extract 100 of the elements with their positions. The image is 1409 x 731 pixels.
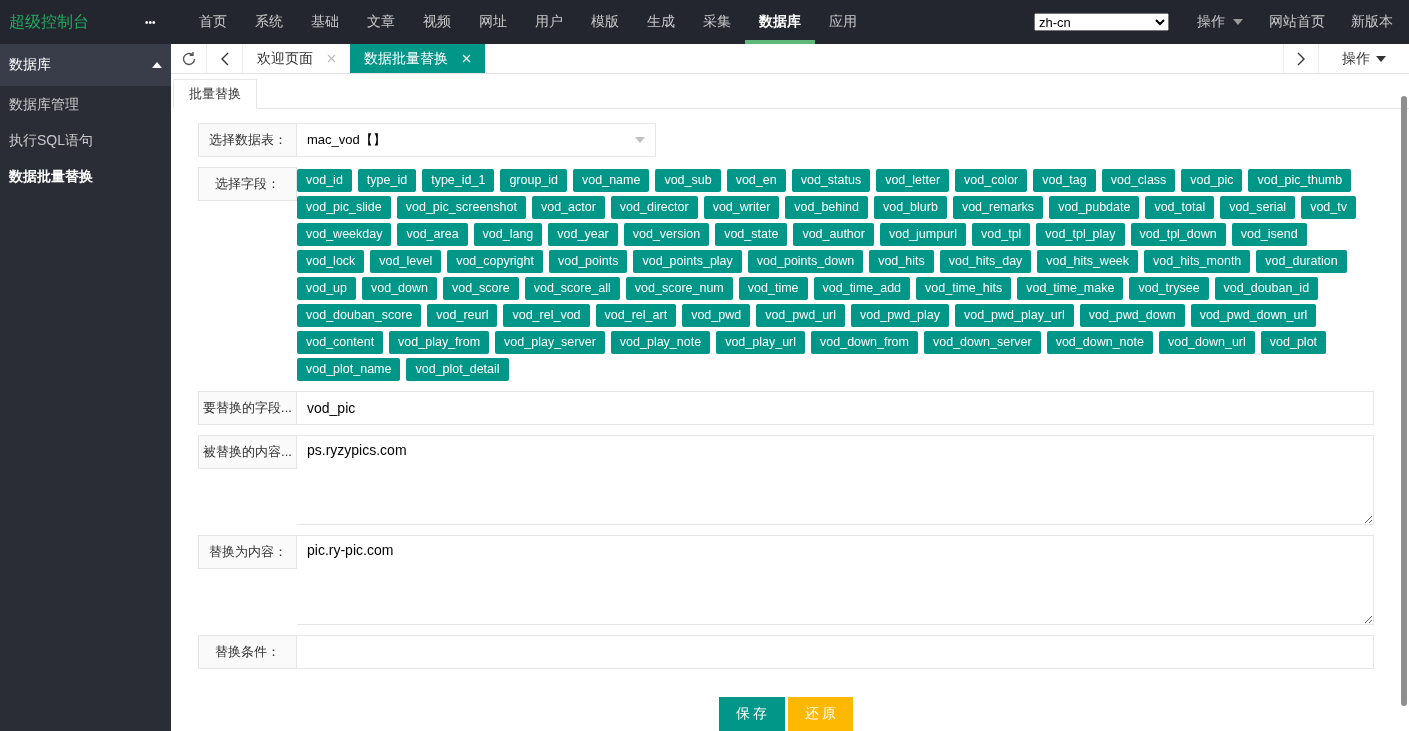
text-area[interactable]: ps.ryzypics.com (297, 435, 1374, 525)
page-tab[interactable]: 数据批量替换 (350, 44, 485, 74)
field-tag[interactable]: vod_pwd_play (851, 304, 949, 327)
field-tag[interactable]: vod_pwd (682, 304, 751, 327)
field-tag[interactable]: vod_tv (1301, 196, 1356, 219)
field-tag[interactable]: vod_time_add (813, 277, 911, 300)
field-tag[interactable]: vod_area (397, 223, 468, 246)
nav-item[interactable]: 用户 (521, 0, 577, 44)
field-tag[interactable]: vod_remarks (952, 196, 1044, 219)
field-tag[interactable]: vod_pwd_down_url (1190, 304, 1317, 327)
field-tag[interactable]: vod_pubdate (1049, 196, 1140, 219)
field-tag[interactable]: vod_duration (1256, 250, 1347, 273)
field-tag[interactable]: vod_down (362, 277, 437, 300)
field-tag[interactable]: vod_rel_vod (503, 304, 590, 327)
nav-item[interactable]: 网址 (465, 0, 521, 44)
field-tag[interactable]: vod_version (623, 223, 710, 246)
nav-item[interactable]: 系统 (241, 0, 297, 44)
field-tag[interactable]: vod_plot (1260, 331, 1327, 354)
field-tag[interactable]: vod_letter (876, 169, 950, 192)
field-tag[interactable]: vod_time_hits (916, 277, 1012, 300)
field-tag[interactable]: vod_status (791, 169, 871, 192)
field-tag[interactable]: vod_points (549, 250, 628, 273)
nav-item[interactable]: 文章 (353, 0, 409, 44)
field-tag[interactable]: vod_plot_detail (406, 358, 509, 381)
field-tag[interactable]: vod_writer (703, 196, 780, 219)
language-select[interactable]: zh-cn (1034, 13, 1169, 31)
field-tag[interactable]: vod_pic_slide (297, 196, 391, 219)
field-tag[interactable]: vod_isend (1231, 223, 1307, 246)
field-tag[interactable]: vod_down_from (811, 331, 918, 354)
sidebar-item[interactable]: 执行SQL语句 (0, 122, 171, 158)
next-tab-button[interactable] (1283, 44, 1319, 74)
field-tag[interactable]: vod_actor (531, 196, 605, 219)
field-tag[interactable]: group_id (500, 169, 568, 192)
sub-tab[interactable]: 批量替换 (173, 79, 257, 109)
field-tag[interactable]: vod_pwd_url (756, 304, 846, 327)
field-tag[interactable]: vod_points_play (633, 250, 742, 273)
field-tag[interactable]: vod_pic (1181, 169, 1243, 192)
table-select[interactable]: mac_vod【】 (297, 123, 656, 157)
input-field[interactable] (297, 635, 1374, 669)
text-area[interactable]: pic.ry-pic.com (297, 535, 1374, 625)
field-tag[interactable]: vod_tpl_play (1036, 223, 1125, 246)
nav-item[interactable]: 视频 (409, 0, 465, 44)
nav-item[interactable]: 采集 (689, 0, 745, 44)
field-tag[interactable]: vod_copyright (447, 250, 543, 273)
nav-item[interactable]: 首页 (185, 0, 241, 44)
field-tag[interactable]: vod_douban_id (1214, 277, 1319, 300)
field-tag[interactable]: vod_class (1101, 169, 1176, 192)
field-tag[interactable]: vod_score_num (625, 277, 733, 300)
field-tag[interactable]: vod_total (1145, 196, 1215, 219)
top-link[interactable]: 新版本 (1341, 13, 1403, 31)
field-tag[interactable]: vod_id (297, 169, 352, 192)
scrollbar[interactable] (1401, 96, 1407, 706)
field-tag[interactable]: vod_trysee (1129, 277, 1209, 300)
field-tag[interactable]: vod_lock (297, 250, 365, 273)
field-tag[interactable]: vod_down_note (1046, 331, 1153, 354)
field-tag[interactable]: vod_play_url (716, 331, 806, 354)
field-tag[interactable]: vod_hits_week (1037, 250, 1139, 273)
field-tag[interactable]: vod_blurb (873, 196, 947, 219)
sidebar-item[interactable]: 数据库管理 (0, 86, 171, 122)
field-tag[interactable]: vod_pic_screenshot (396, 196, 526, 219)
field-tag[interactable]: vod_hits (869, 250, 934, 273)
top-link[interactable]: 网站首页 (1259, 13, 1335, 31)
nav-item[interactable]: 基础 (297, 0, 353, 44)
field-tag[interactable]: vod_tpl (972, 223, 1031, 246)
field-tag[interactable]: vod_state (715, 223, 788, 246)
tab-actions-menu[interactable]: 操作 (1319, 44, 1409, 74)
field-tag[interactable]: vod_content (297, 331, 384, 354)
field-tag[interactable]: vod_lang (473, 223, 543, 246)
close-icon[interactable] (327, 54, 336, 64)
more-menu[interactable]: ••• (145, 16, 185, 28)
field-tag[interactable]: vod_time_make (1017, 277, 1124, 300)
field-tag[interactable]: vod_pic_thumb (1248, 169, 1352, 192)
nav-item[interactable]: 模版 (577, 0, 633, 44)
field-tag[interactable]: vod_down_url (1158, 331, 1255, 354)
field-tag[interactable]: vod_jumpurl (879, 223, 967, 246)
field-tag[interactable]: vod_reurl (427, 304, 498, 327)
field-tag[interactable]: vod_color (955, 169, 1028, 192)
field-tag[interactable]: vod_director (610, 196, 698, 219)
field-tag[interactable]: type_id (357, 169, 417, 192)
field-tag[interactable]: vod_up (297, 277, 356, 300)
field-tag[interactable]: vod_pwd_down (1079, 304, 1185, 327)
field-tag[interactable]: vod_play_from (389, 331, 490, 354)
sidebar-item[interactable]: 数据批量替换 (0, 158, 171, 194)
save-button[interactable]: 保 存 (718, 697, 785, 731)
field-tag[interactable]: vod_behind (785, 196, 868, 219)
field-tag[interactable]: vod_rel_art (595, 304, 677, 327)
field-tag[interactable]: type_id_1 (422, 169, 495, 192)
field-tag[interactable]: vod_play_server (495, 331, 605, 354)
field-tag[interactable]: vod_score (443, 277, 519, 300)
field-tag[interactable]: vod_play_note (610, 331, 711, 354)
field-tag[interactable]: vod_sub (655, 169, 721, 192)
field-tag[interactable]: vod_hits_month (1144, 250, 1251, 273)
sidebar-header[interactable]: 数据库 (0, 44, 171, 86)
field-tag[interactable]: vod_plot_name (297, 358, 401, 381)
field-tag[interactable]: vod_tag (1033, 169, 1096, 192)
field-tag[interactable]: vod_serial (1220, 196, 1296, 219)
field-tag[interactable]: vod_tpl_down (1130, 223, 1226, 246)
nav-item[interactable]: 生成 (633, 0, 689, 44)
field-tag[interactable]: vod_year (548, 223, 618, 246)
actions-menu[interactable]: 操作 (1187, 13, 1253, 31)
